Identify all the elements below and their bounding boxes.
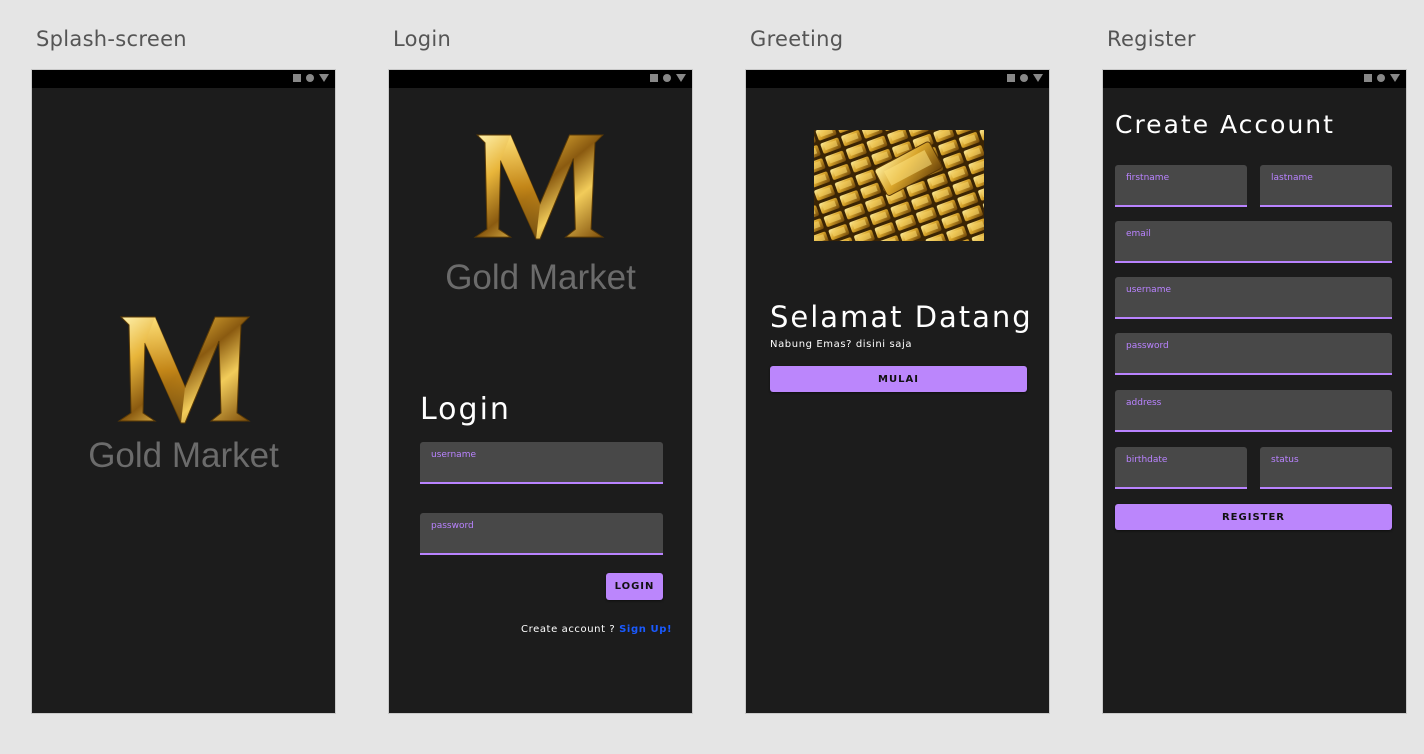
register-button[interactable]: REGISTER bbox=[1115, 504, 1392, 530]
status-label: status bbox=[1271, 455, 1299, 465]
start-button[interactable]: MULAI bbox=[770, 366, 1027, 392]
back-triangle-icon bbox=[1033, 74, 1043, 82]
email-field[interactable]: email bbox=[1115, 221, 1392, 263]
frame-title-splash: Splash-screen bbox=[36, 27, 187, 51]
username-label: username bbox=[431, 450, 476, 460]
back-triangle-icon bbox=[1390, 74, 1400, 82]
status-bar bbox=[389, 70, 692, 88]
login-screen: Gold Market Login username password LOGI… bbox=[388, 69, 693, 714]
frame-title-greeting: Greeting bbox=[750, 27, 844, 51]
firstname-field[interactable]: firstname bbox=[1115, 165, 1247, 207]
gold-m-logo bbox=[473, 134, 605, 240]
username-label: username bbox=[1126, 285, 1171, 295]
address-field[interactable]: address bbox=[1115, 390, 1392, 432]
home-circle-icon bbox=[1377, 74, 1385, 82]
register-screen: Create Account firstname lastname email … bbox=[1102, 69, 1407, 714]
frame-title-register: Register bbox=[1107, 27, 1196, 51]
username-field[interactable]: username bbox=[420, 442, 663, 484]
password-field[interactable]: password bbox=[1115, 333, 1392, 375]
greeting-subtitle: Nabung Emas? disini saja bbox=[770, 339, 913, 350]
password-label: password bbox=[1126, 341, 1169, 351]
back-triangle-icon bbox=[676, 74, 686, 82]
signup-link[interactable]: Sign Up! bbox=[619, 624, 672, 635]
back-triangle-icon bbox=[319, 74, 329, 82]
login-heading: Login bbox=[420, 392, 511, 427]
status-bar bbox=[1103, 70, 1406, 88]
status-bar bbox=[32, 70, 335, 88]
address-label: address bbox=[1126, 398, 1162, 408]
stop-square-icon bbox=[293, 74, 301, 82]
password-label: password bbox=[431, 521, 474, 531]
home-circle-icon bbox=[1020, 74, 1028, 82]
create-account-prompt: Create account ? Sign Up! bbox=[521, 624, 672, 635]
create-account-text: Create account ? bbox=[521, 624, 616, 635]
gold-bars-image bbox=[814, 130, 984, 241]
stop-square-icon bbox=[1007, 74, 1015, 82]
password-field[interactable]: password bbox=[420, 513, 663, 555]
status-bar bbox=[746, 70, 1049, 88]
home-circle-icon bbox=[306, 74, 314, 82]
gold-m-logo bbox=[117, 316, 251, 424]
stop-square-icon bbox=[650, 74, 658, 82]
register-heading: Create Account bbox=[1115, 110, 1335, 139]
stop-square-icon bbox=[1364, 74, 1372, 82]
home-circle-icon bbox=[663, 74, 671, 82]
status-field[interactable]: status bbox=[1260, 447, 1392, 489]
brand-name: Gold Market bbox=[445, 258, 636, 297]
email-label: email bbox=[1126, 229, 1151, 239]
greeting-screen: Selamat Datang Nabung Emas? disini saja … bbox=[745, 69, 1050, 714]
greeting-heading: Selamat Datang bbox=[770, 300, 1033, 334]
frame-title-login: Login bbox=[393, 27, 452, 51]
username-field[interactable]: username bbox=[1115, 277, 1392, 319]
firstname-label: firstname bbox=[1126, 173, 1170, 183]
lastname-field[interactable]: lastname bbox=[1260, 165, 1392, 207]
brand-name: Gold Market bbox=[88, 436, 279, 475]
lastname-label: lastname bbox=[1271, 173, 1313, 183]
birthdate-field[interactable]: birthdate bbox=[1115, 447, 1247, 489]
birthdate-label: birthdate bbox=[1126, 455, 1168, 465]
splash-screen: Gold Market bbox=[31, 69, 336, 714]
login-button[interactable]: LOGIN bbox=[606, 573, 663, 600]
